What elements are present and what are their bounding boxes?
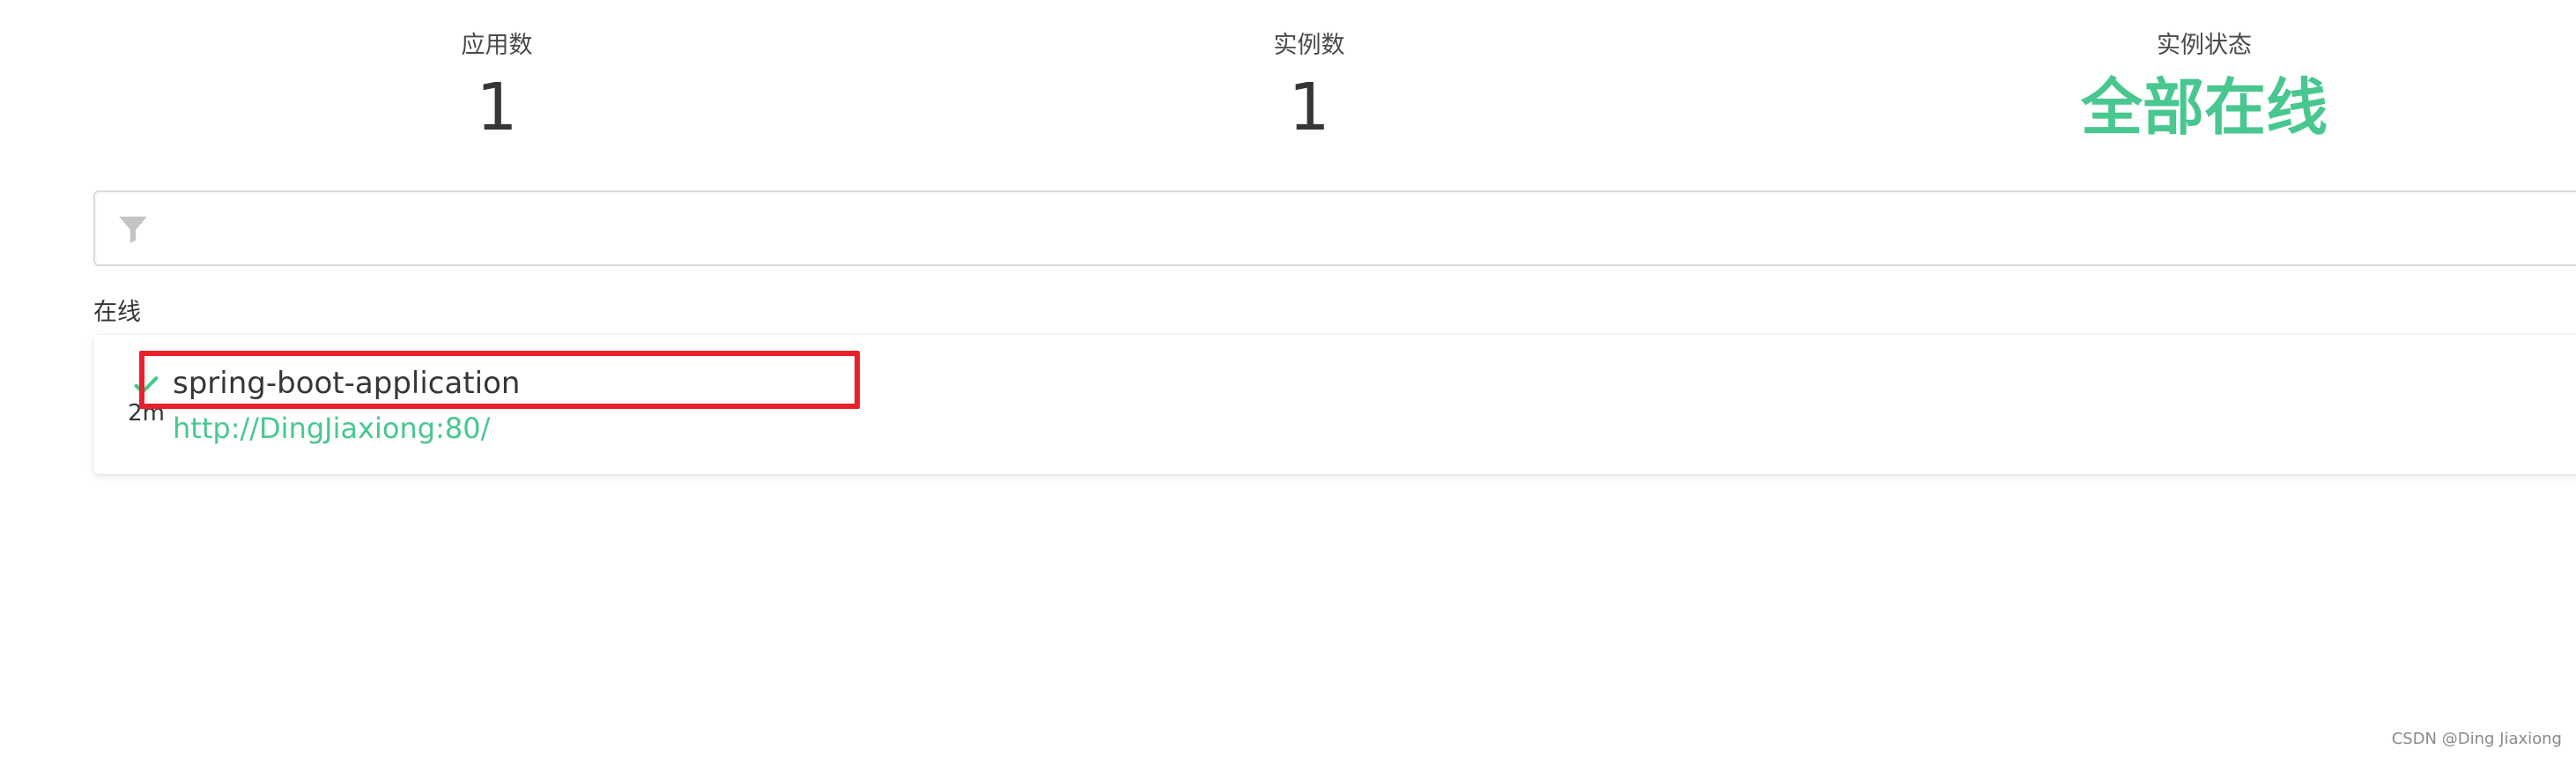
page: 应用数 1 实例数 1 实例状态 全部在线 在线 2m spring-boot-… [0, 0, 2576, 757]
stat-instances: 实例数 1 [1133, 26, 1485, 150]
stat-instances-value: 1 [1288, 70, 1330, 145]
stat-applications: 应用数 1 [321, 26, 673, 150]
stat-instance-status: 实例状态 全部在线 [2028, 26, 2380, 150]
watermark: CSDN @Ding Jiaxiong [2391, 730, 2562, 748]
annotation-highlight-box [139, 351, 860, 409]
section-title-online: 在线 [93, 299, 141, 326]
filter-icon [119, 216, 147, 243]
filter-bar [93, 190, 2576, 266]
stat-instance-status-value: 全部在线 [2081, 71, 2328, 144]
stat-instances-label: 实例数 [1273, 32, 1345, 59]
stat-instance-status-label: 实例状态 [2157, 32, 2252, 59]
application-url-link[interactable]: http://DingJiaxiong:80/ [173, 409, 490, 448]
stat-applications-value: 1 [476, 70, 518, 145]
filter-input[interactable] [166, 201, 2548, 257]
stat-applications-label: 应用数 [461, 32, 533, 59]
